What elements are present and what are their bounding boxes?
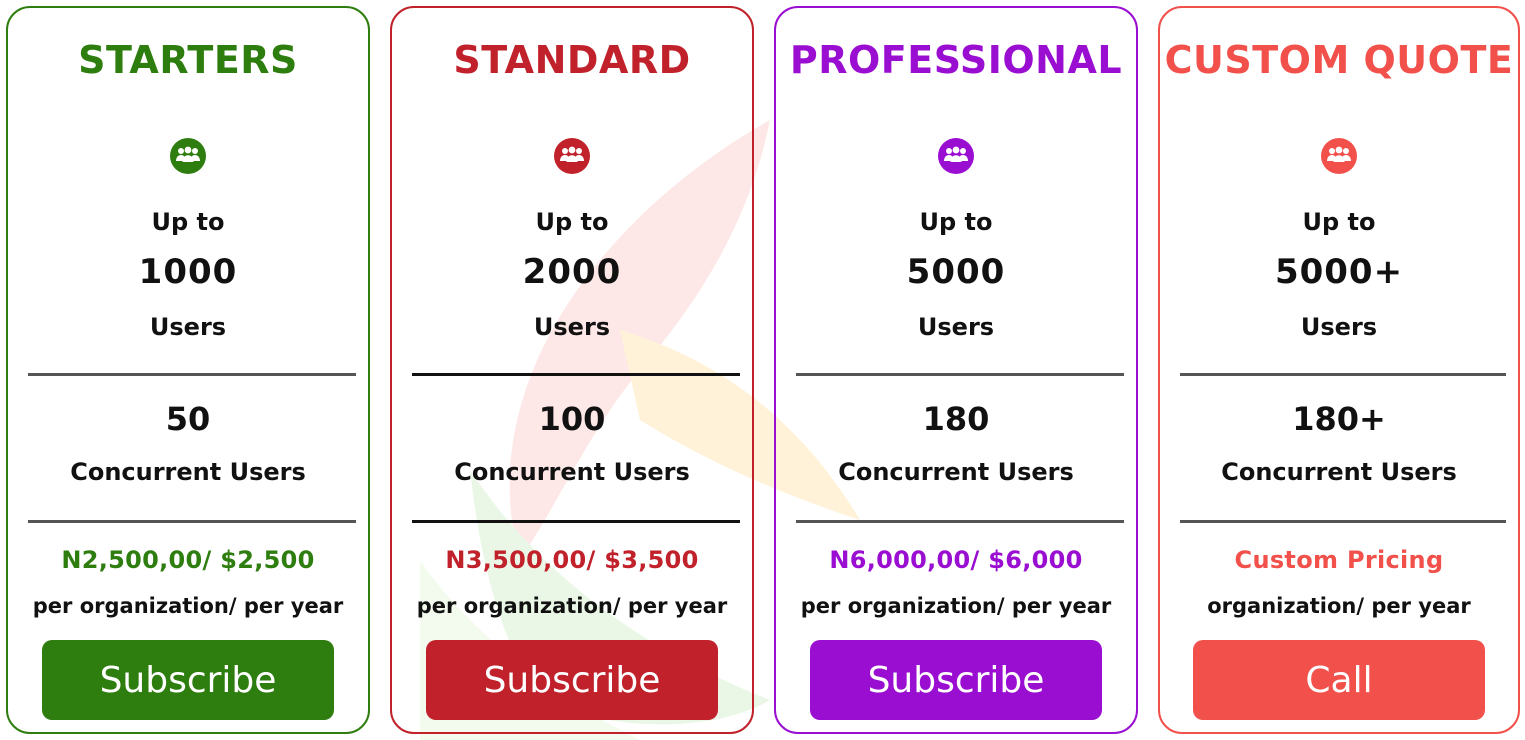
users-prefix: Up to: [919, 208, 993, 236]
users-count: 5000: [906, 252, 1006, 292]
plan-title: STARTERS: [78, 38, 298, 82]
users-count: 1000: [138, 252, 238, 292]
plan-price: N6,000,00/ $6,000: [829, 546, 1083, 574]
divider: [412, 520, 740, 523]
divider: [1180, 373, 1506, 376]
concurrent-users-label: Concurrent Users: [454, 458, 690, 486]
concurrent-users-label: Concurrent Users: [1221, 458, 1457, 486]
plan-title: PROFESSIONAL: [789, 38, 1123, 82]
users-group-icon: [938, 138, 974, 174]
users-group-icon: [1321, 138, 1357, 174]
concurrent-users-label: Concurrent Users: [70, 458, 306, 486]
plan-title: CUSTOM QUOTE: [1164, 38, 1514, 82]
users-group-icon: [554, 138, 590, 174]
concurrent-users-count: 180: [922, 400, 990, 438]
divider: [1180, 520, 1506, 523]
divider: [796, 373, 1124, 376]
plan-title: STANDARD: [453, 38, 691, 82]
plan-price: N2,500,00/ $2,500: [61, 546, 315, 574]
users-count: 5000+: [1274, 252, 1404, 292]
divider: [796, 520, 1124, 523]
subscribe-button[interactable]: Subscribe: [42, 640, 334, 720]
users-prefix: Up to: [535, 208, 609, 236]
plan-card-professional: PROFESSIONAL Up to 5000 Users 180 Concur…: [774, 6, 1138, 734]
billing-period: per organization/ per year: [32, 594, 344, 618]
pricing-cards: STARTERS Up to 1000 Users 50 Concurrent …: [0, 0, 1525, 740]
plan-price: N3,500,00/ $3,500: [445, 546, 699, 574]
users-prefix: Up to: [1302, 208, 1376, 236]
divider: [28, 373, 356, 376]
plan-card-custom-quote: CUSTOM QUOTE Up to 5000+ Users 180+ Conc…: [1158, 6, 1520, 734]
divider: [28, 520, 356, 523]
concurrent-users-count: 180+: [1292, 400, 1386, 438]
users-count: 2000: [522, 252, 622, 292]
plan-card-standard: STANDARD Up to 2000 Users 100 Concurrent…: [390, 6, 754, 734]
concurrent-users-count: 50: [165, 400, 211, 438]
billing-period: per organization/ per year: [416, 594, 728, 618]
subscribe-button[interactable]: Subscribe: [426, 640, 718, 720]
divider: [412, 373, 740, 376]
users-label: Users: [149, 313, 227, 341]
plan-price: Custom Pricing: [1234, 546, 1444, 574]
plan-card-starters: STARTERS Up to 1000 Users 50 Concurrent …: [6, 6, 370, 734]
concurrent-users-count: 100: [538, 400, 606, 438]
concurrent-users-label: Concurrent Users: [838, 458, 1074, 486]
call-button[interactable]: Call: [1193, 640, 1485, 720]
users-prefix: Up to: [151, 208, 225, 236]
billing-period: per organization/ per year: [800, 594, 1112, 618]
users-label: Users: [533, 313, 611, 341]
subscribe-button[interactable]: Subscribe: [810, 640, 1102, 720]
users-label: Users: [917, 313, 995, 341]
users-label: Users: [1300, 313, 1378, 341]
billing-period: organization/ per year: [1207, 594, 1471, 618]
users-group-icon: [170, 138, 206, 174]
